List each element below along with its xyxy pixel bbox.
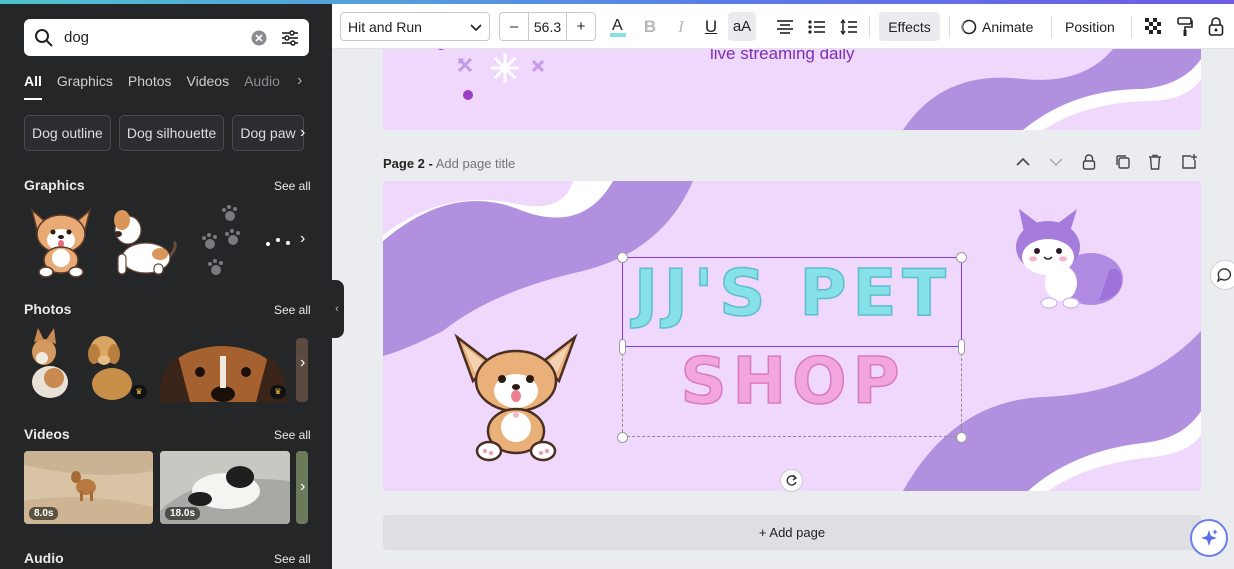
line-spacing-icon[interactable] bbox=[837, 12, 861, 41]
tab-photos[interactable]: Photos bbox=[128, 66, 172, 100]
resize-handle-top-left[interactable] bbox=[617, 252, 628, 263]
animate-icon[interactable] bbox=[958, 12, 978, 41]
page-1-subtitle-text[interactable]: live streaming daily bbox=[710, 49, 855, 64]
comment-icon[interactable] bbox=[1210, 260, 1234, 290]
rotate-handle-icon[interactable] bbox=[780, 469, 803, 492]
page-2-canvas[interactable]: JJ'S PET SHOP bbox=[383, 181, 1201, 491]
text-color-icon[interactable]: A bbox=[606, 12, 630, 41]
golden-retriever-photo[interactable]: ♛ bbox=[82, 326, 150, 402]
cat-sticker[interactable] bbox=[1013, 205, 1128, 313]
chevron-right-icon[interactable]: › bbox=[300, 354, 305, 372]
toolbar-divider bbox=[869, 16, 870, 38]
page-1-canvas[interactable]: live streaming daily bbox=[383, 49, 1201, 130]
collapse-panel-handle[interactable]: ‹ bbox=[330, 280, 344, 338]
transparency-icon[interactable] bbox=[1143, 12, 1165, 41]
see-all-graphics-link[interactable]: See all bbox=[274, 179, 311, 193]
spotted-dog-graphic[interactable] bbox=[104, 202, 178, 278]
tab-audio[interactable]: Audio bbox=[244, 66, 280, 100]
paw-prints-graphic[interactable] bbox=[198, 204, 248, 278]
italic-icon[interactable]: I bbox=[669, 12, 693, 41]
see-all-videos-link[interactable]: See all bbox=[274, 428, 311, 442]
section-title-audio: Audio bbox=[24, 550, 64, 566]
section-title-graphics: Graphics bbox=[24, 177, 85, 193]
tab-all[interactable]: All bbox=[24, 66, 42, 100]
font-size-input[interactable]: 56.3 bbox=[528, 13, 567, 40]
premium-crown-icon: ♛ bbox=[131, 385, 147, 399]
clear-icon[interactable] bbox=[251, 30, 267, 46]
position-button[interactable]: Position bbox=[1065, 12, 1115, 41]
tab-graphics[interactable]: Graphics bbox=[57, 66, 113, 100]
category-tabs: All Graphics Photos Videos Audio bbox=[24, 66, 295, 100]
chevron-right-icon[interactable]: › bbox=[300, 124, 305, 142]
bold-icon[interactable]: B bbox=[638, 12, 662, 41]
section-title-photos: Photos bbox=[24, 301, 72, 317]
chevron-down-icon[interactable] bbox=[1049, 154, 1063, 170]
search-input[interactable]: dog bbox=[64, 29, 251, 46]
font-family-dropdown[interactable]: Hit and Run bbox=[340, 12, 490, 41]
dog-peeking-photo[interactable]: ♛ bbox=[156, 338, 289, 402]
list-icon[interactable] bbox=[805, 12, 829, 41]
resize-handle-bottom-right[interactable] bbox=[956, 432, 967, 443]
effects-button[interactable]: Effects bbox=[879, 12, 940, 41]
chevron-up-icon[interactable] bbox=[1016, 154, 1030, 170]
toolbar-divider bbox=[949, 16, 950, 38]
tab-videos[interactable]: Videos bbox=[187, 66, 230, 100]
decrease-font-size-button[interactable]: – bbox=[500, 13, 528, 40]
dog-beach-video[interactable]: 8.0s bbox=[24, 451, 153, 524]
lock-icon[interactable] bbox=[1205, 12, 1227, 41]
see-all-photos-link[interactable]: See all bbox=[274, 303, 311, 317]
magic-sparkle-icon[interactable] bbox=[1190, 519, 1228, 557]
video-duration-badge: 18.0s bbox=[165, 507, 201, 520]
search-box[interactable]: dog bbox=[24, 19, 309, 56]
elements-side-panel: dog All Graphics Photos Videos Audio › D… bbox=[0, 4, 332, 569]
chevron-down-icon bbox=[470, 19, 482, 35]
corgi-sticker[interactable] bbox=[451, 333, 581, 463]
premium-crown-icon: ♛ bbox=[270, 385, 286, 399]
see-all-audio-link[interactable]: See all bbox=[274, 552, 311, 566]
font-size-stepper: – 56.3 + bbox=[499, 12, 596, 41]
lock-page-icon[interactable] bbox=[1082, 154, 1096, 173]
filter-icon[interactable] bbox=[281, 29, 299, 47]
add-page-button[interactable]: + Add page bbox=[383, 515, 1201, 550]
text-case-icon[interactable]: aA bbox=[728, 12, 756, 41]
chip-dog-paw[interactable]: Dog paw bbox=[232, 115, 304, 151]
page-2-label: Page 2 - bbox=[383, 156, 433, 171]
align-center-icon[interactable] bbox=[773, 12, 797, 41]
chip-dog-outline[interactable]: Dog outline bbox=[24, 115, 111, 151]
corgi-photo[interactable] bbox=[24, 326, 76, 402]
video-duration-badge: 8.0s bbox=[29, 507, 59, 520]
text-selection-box bbox=[622, 257, 962, 347]
text-toolbar: Hit and Run – 56.3 + A B I U aA Effects … bbox=[332, 4, 1234, 49]
animate-button[interactable]: Animate bbox=[982, 12, 1033, 41]
delete-page-icon[interactable] bbox=[1148, 154, 1162, 173]
resize-handle-bottom-left[interactable] bbox=[617, 432, 628, 443]
dots-graphic[interactable] bbox=[262, 232, 296, 252]
svg-text:A: A bbox=[612, 17, 623, 34]
corgi-graphic[interactable] bbox=[24, 202, 98, 278]
toolbar-divider bbox=[1051, 16, 1052, 38]
suggestion-chips: Dog outline Dog silhouette Dog paw bbox=[24, 115, 304, 151]
chevron-right-icon[interactable]: › bbox=[300, 478, 305, 496]
add-page-icon[interactable] bbox=[1181, 154, 1197, 173]
search-icon bbox=[34, 28, 54, 48]
increase-font-size-button[interactable]: + bbox=[567, 13, 595, 40]
duplicate-page-icon[interactable] bbox=[1115, 154, 1131, 173]
underline-icon[interactable]: U bbox=[699, 12, 723, 41]
paint-roller-icon[interactable] bbox=[1174, 12, 1196, 41]
font-name: Hit and Run bbox=[348, 18, 422, 35]
resize-handle-left[interactable] bbox=[619, 339, 626, 355]
chip-dog-silhouette[interactable]: Dog silhouette bbox=[118, 115, 225, 151]
chevron-right-icon[interactable]: › bbox=[297, 72, 302, 90]
resize-handle-right[interactable] bbox=[958, 339, 965, 355]
page-title-input[interactable]: Add page title bbox=[436, 156, 516, 171]
section-title-videos: Videos bbox=[24, 426, 70, 442]
dog-sleeping-video[interactable]: 18.0s bbox=[160, 451, 290, 524]
chevron-right-icon[interactable]: › bbox=[300, 230, 305, 248]
page-2-header: Page 2 - Add page title bbox=[383, 156, 515, 171]
toolbar-divider bbox=[1131, 16, 1132, 38]
resize-handle-top-right[interactable] bbox=[956, 252, 967, 263]
